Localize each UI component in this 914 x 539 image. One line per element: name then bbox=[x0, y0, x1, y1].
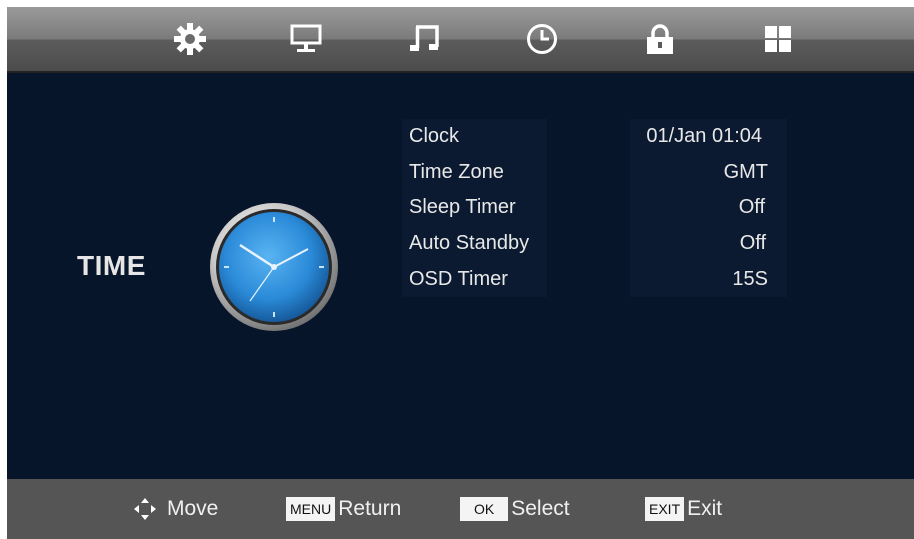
hint-select-label: Select bbox=[511, 497, 570, 520]
grid-icon bbox=[765, 26, 791, 52]
menu-item-label: Time Zone bbox=[409, 161, 504, 183]
top-tab-bar bbox=[7, 7, 914, 71]
menu-item-label: OSD Timer bbox=[409, 268, 508, 290]
menu-key-badge: MENU bbox=[286, 497, 336, 521]
divider bbox=[7, 71, 914, 73]
menu-item-time-zone[interactable]: Time Zone GMT bbox=[402, 155, 792, 189]
menu-item-clock[interactable]: Clock 01/Jan 01:04 bbox=[402, 119, 792, 153]
menu-item-value: Off bbox=[739, 232, 766, 254]
tab-time[interactable] bbox=[522, 19, 562, 59]
tab-screen[interactable] bbox=[286, 19, 326, 59]
hint-return: MENU Return bbox=[286, 495, 401, 523]
tv-osd-screen: TIME Clock 01/Jan 01:04 Time Zone GMT Sl… bbox=[7, 7, 914, 539]
menu-item-value: GMT bbox=[723, 161, 768, 183]
section-title: TIME bbox=[77, 250, 146, 281]
padlock-icon bbox=[647, 24, 673, 54]
tab-lock[interactable] bbox=[640, 19, 680, 59]
tab-picture[interactable] bbox=[170, 19, 210, 59]
menu-item-value: 15S bbox=[732, 268, 768, 290]
menu-item-label: Sleep Timer bbox=[409, 196, 516, 218]
monitor-icon bbox=[290, 24, 322, 52]
hint-move-label: Move bbox=[167, 497, 219, 520]
menu-item-label: Clock bbox=[409, 125, 460, 147]
sun-gear-icon bbox=[174, 23, 206, 55]
tab-sound[interactable] bbox=[404, 19, 444, 59]
hint-exit: EXIT Exit bbox=[645, 495, 722, 523]
hint-move: Move bbox=[131, 495, 218, 523]
menu-item-osd-timer[interactable]: OSD Timer 15S bbox=[402, 262, 792, 296]
clock-illustration-icon bbox=[205, 197, 343, 335]
menu-item-value: 01/Jan 01:04 bbox=[646, 125, 762, 147]
ok-key-badge: OK bbox=[460, 497, 509, 521]
arrow-keys-icon bbox=[134, 498, 156, 520]
menu-item-auto-standby[interactable]: Auto Standby Off bbox=[402, 226, 792, 260]
exit-key-badge: EXIT bbox=[645, 497, 685, 521]
hint-exit-label: Exit bbox=[687, 497, 723, 520]
footer-hint-bar: Move MENU Return OK Select EXIT Exit bbox=[7, 479, 914, 539]
menu-item-value: Off bbox=[738, 196, 765, 218]
music-note-icon bbox=[410, 25, 439, 51]
hint-select: OK Select bbox=[460, 495, 570, 523]
hint-return-label: Return bbox=[338, 497, 402, 520]
menu-item-label: Auto Standby bbox=[409, 232, 530, 254]
clock-icon bbox=[527, 24, 557, 54]
menu-item-sleep-timer[interactable]: Sleep Timer Off bbox=[402, 190, 792, 224]
tab-setup[interactable] bbox=[758, 19, 798, 59]
